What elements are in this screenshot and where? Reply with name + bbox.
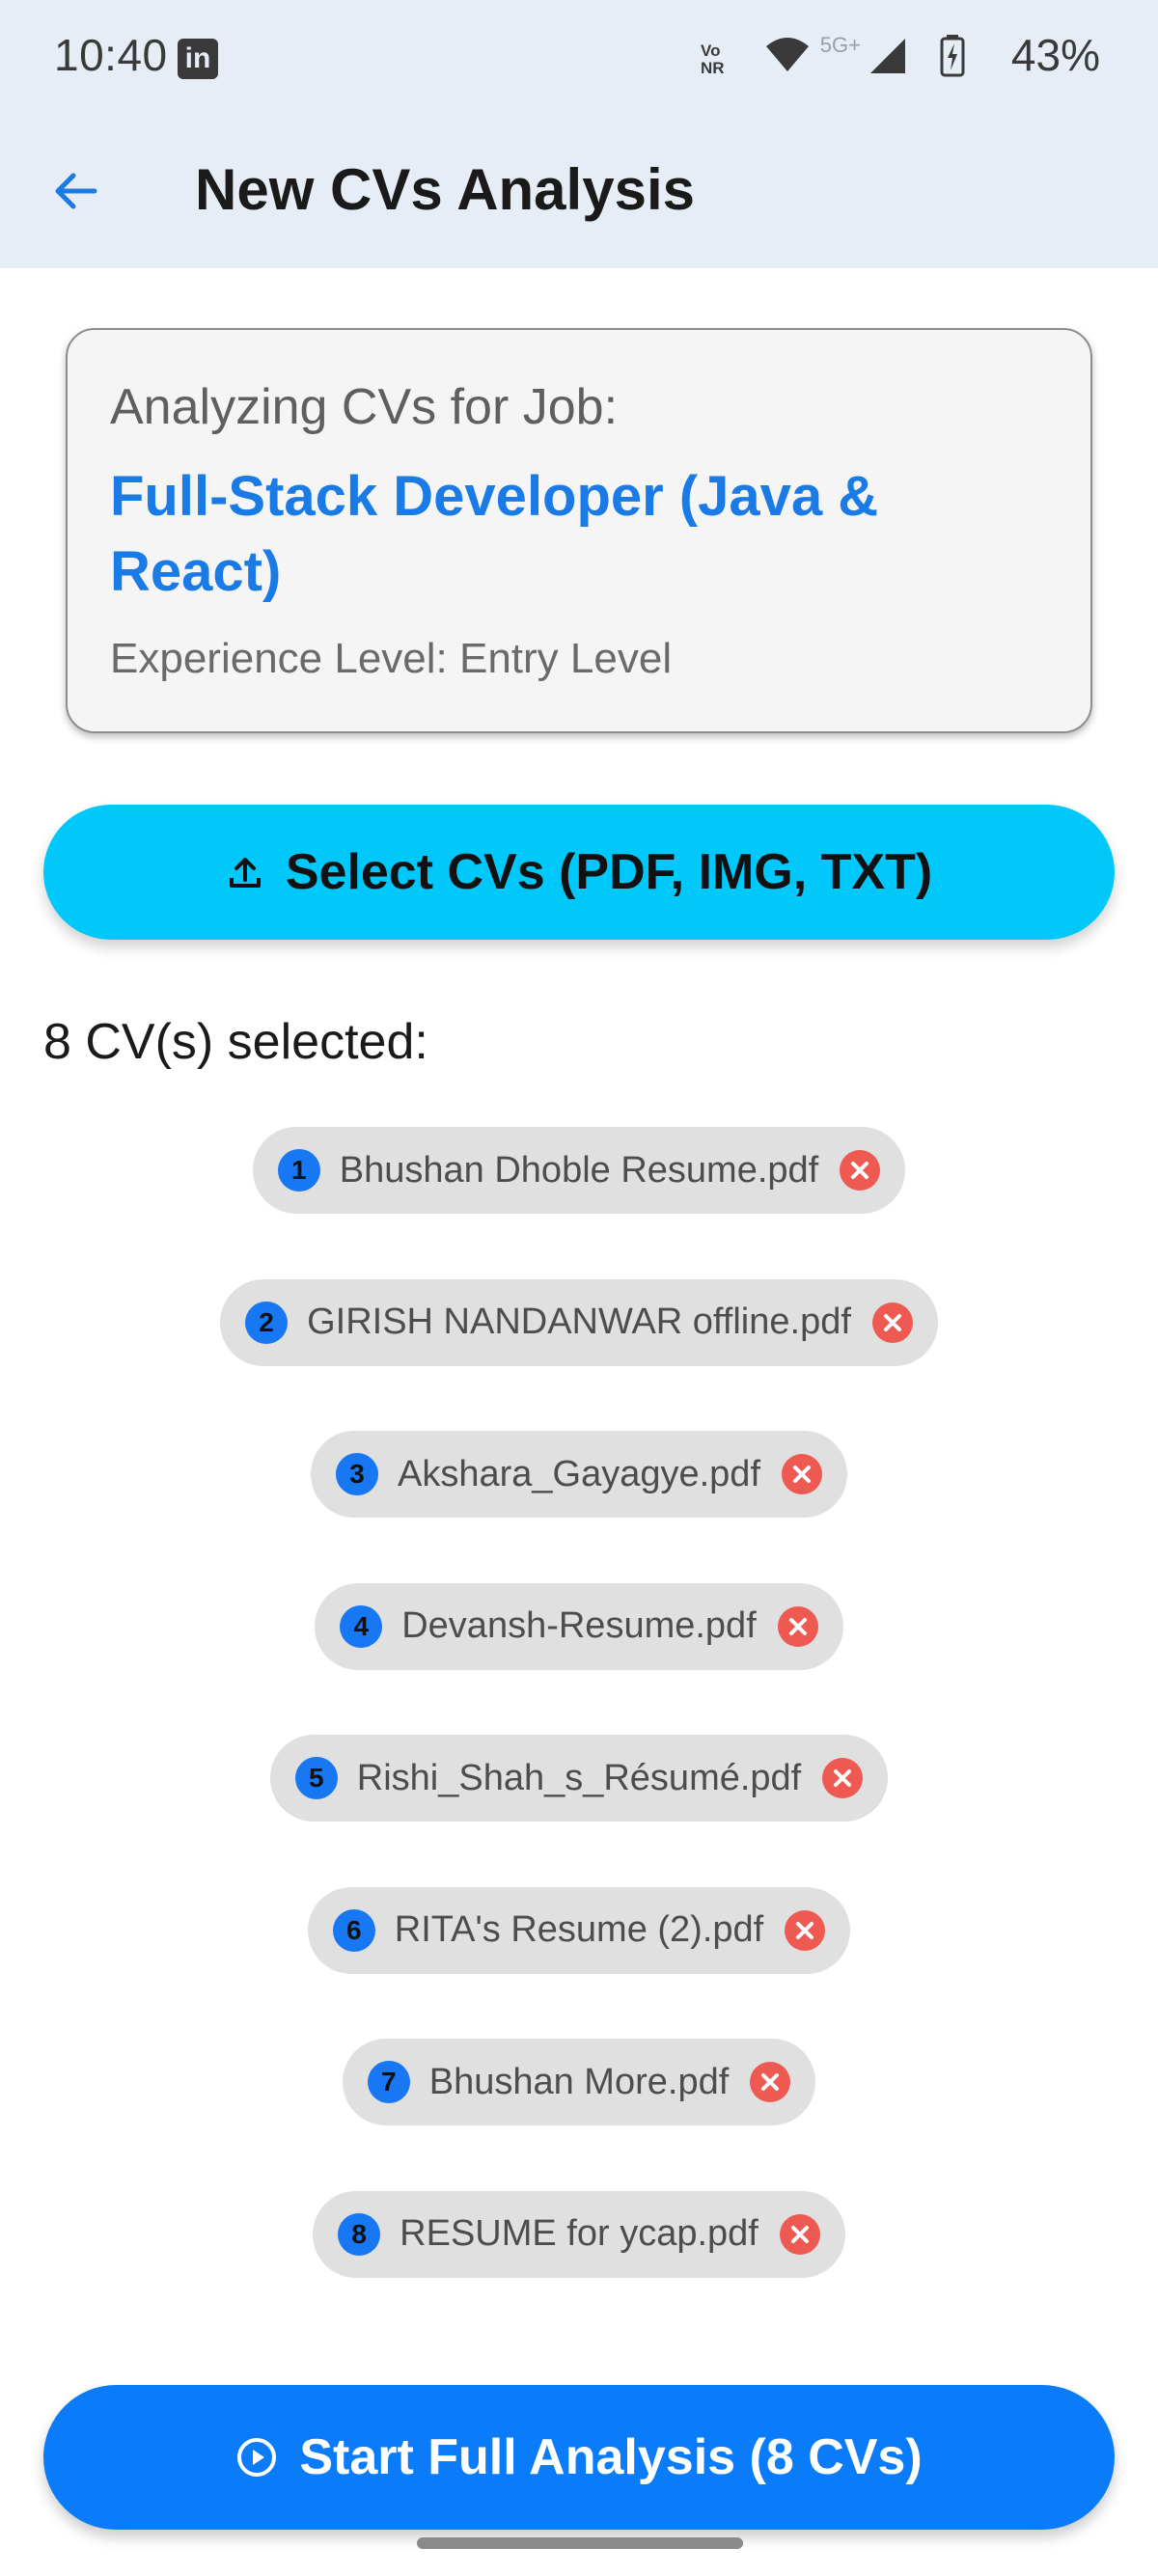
battery-icon [940, 35, 965, 77]
volte-icon: Vo NR [701, 41, 725, 77]
linkedin-icon: in [178, 39, 218, 79]
remove-file-icon[interactable] [750, 2062, 791, 2102]
selected-count: 8 CV(s) selected: [43, 1014, 428, 1070]
file-index-badge: 8 [338, 2212, 381, 2256]
file-name: Akshara_Gayagye.pdf [397, 1453, 760, 1494]
file-chip: 4 Devansh-Resume.pdf [315, 1582, 843, 1670]
select-cvs-label: Select CVs (PDF, IMG, TXT) [285, 844, 933, 900]
file-chip: 8 RESUME for ycap.pdf [313, 2190, 845, 2278]
file-name: Devansh-Resume.pdf [401, 1605, 757, 1646]
start-analysis-button[interactable]: Start Full Analysis (8 CVs) [43, 2385, 1115, 2530]
file-name: RITA's Resume (2).pdf [394, 1909, 764, 1950]
cv-file-list: 1 Bhushan Dhoble Resume.pdf 2 GIRISH NAN… [0, 1127, 1158, 2343]
file-index-badge: 7 [367, 2061, 410, 2103]
remove-file-icon[interactable] [840, 1150, 881, 1191]
file-chip: 3 Akshara_Gayagye.pdf [310, 1431, 847, 1518]
remove-file-icon[interactable] [782, 1454, 822, 1494]
home-indicator[interactable] [417, 2537, 743, 2549]
file-chip: 5 Rishi_Shah_s_Résumé.pdf [269, 1735, 889, 1822]
file-name: Bhushan More.pdf [428, 2061, 730, 2102]
file-name: RESUME for ycap.pdf [400, 2213, 758, 2254]
file-name: Rishi_Shah_s_Résumé.pdf [356, 1757, 802, 1798]
file-index-badge: 1 [277, 1149, 320, 1192]
remove-file-icon[interactable] [822, 1758, 864, 1798]
file-chip: 6 RITA's Resume (2).pdf [307, 1886, 851, 1974]
job-card-heading: Analyzing CVs for Job: [110, 379, 619, 435]
job-title: Full-Stack Developer (Java & React) [110, 465, 879, 603]
start-analysis-label: Start Full Analysis (8 CVs) [299, 2429, 923, 2485]
file-chip: 7 Bhushan More.pdf [342, 2039, 816, 2125]
remove-file-icon[interactable] [785, 1909, 826, 1951]
file-index-badge: 6 [332, 1908, 375, 1952]
wifi-icon [766, 38, 809, 71]
status-time: 10:40 [54, 30, 168, 80]
remove-file-icon[interactable] [871, 1302, 913, 1343]
select-cvs-button[interactable]: Select CVs (PDF, IMG, TXT) [43, 805, 1115, 940]
arrow-left-icon[interactable] [46, 162, 104, 220]
network-type: 5G+ [819, 33, 861, 57]
upload-icon [229, 858, 261, 888]
remove-file-icon[interactable] [779, 2213, 820, 2255]
file-index-badge: 3 [335, 1453, 378, 1495]
status-bar: 10:40 in Vo NR 5G+ 43% [0, 0, 1158, 116]
signal-icon [870, 39, 905, 73]
file-name: GIRISH NANDANWAR offline.pdf [307, 1302, 851, 1342]
file-chip: 2 GIRISH NANDANWAR offline.pdf [220, 1278, 938, 1366]
battery-percent: 43% [1010, 30, 1100, 80]
file-name: Bhushan Dhoble Resume.pdf [339, 1149, 819, 1191]
file-index-badge: 2 [245, 1301, 289, 1344]
file-chip: 1 Bhushan Dhoble Resume.pdf [252, 1127, 906, 1214]
experience-level: Experience Level: Entry Level [110, 635, 673, 682]
remove-file-icon[interactable] [777, 1605, 818, 1647]
page-title: New CVs Analysis [195, 157, 695, 222]
file-index-badge: 5 [294, 1757, 338, 1799]
job-info-card: Analyzing CVs for Job: Full-Stack Develo… [66, 328, 1092, 733]
file-index-badge: 4 [340, 1604, 383, 1648]
app-bar: New CVs Analysis [0, 116, 1158, 268]
play-circle-icon [237, 2438, 277, 2477]
status-icons: Vo NR 5G+ 43% [695, 27, 1100, 89]
